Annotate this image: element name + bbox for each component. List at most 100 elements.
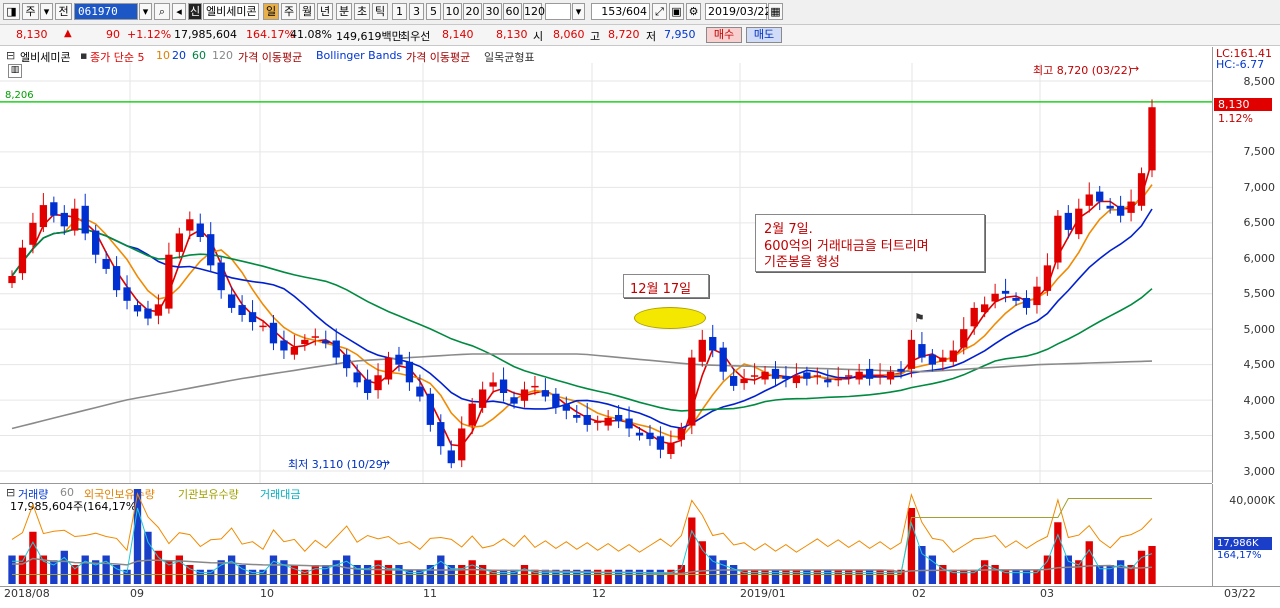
candle xyxy=(1043,253,1052,296)
volume-bar xyxy=(981,560,989,584)
calendar-icon[interactable]: ▦ xyxy=(768,3,783,20)
candle xyxy=(18,239,27,280)
window-icon[interactable]: ◨ xyxy=(3,3,20,20)
candle-body xyxy=(1054,215,1062,263)
candle xyxy=(1127,189,1135,222)
interval-10[interactable]: 10 xyxy=(443,3,462,20)
volume-bar xyxy=(656,569,665,584)
candle-body xyxy=(949,350,957,362)
candle xyxy=(81,193,89,241)
candle-body xyxy=(92,230,100,255)
interval-120[interactable]: 120 xyxy=(523,3,545,20)
interval-30[interactable]: 30 xyxy=(483,3,502,20)
price-tick-3500: 3,500 xyxy=(1243,429,1276,442)
volume-bar xyxy=(803,569,811,584)
low-arrow-icon: → xyxy=(381,456,391,469)
candle-body xyxy=(845,375,853,377)
volume-bar xyxy=(750,569,759,584)
volume-bar xyxy=(133,489,142,584)
stock-code-input[interactable]: 061970 xyxy=(74,3,138,20)
candle xyxy=(761,366,769,385)
candle-body xyxy=(520,389,529,401)
period-month[interactable]: 월 xyxy=(299,3,315,20)
sell-button[interactable]: 매도 xyxy=(746,27,782,43)
candle xyxy=(698,329,706,367)
zoom-in-icon[interactable]: ⤢ xyxy=(652,3,667,20)
date-input[interactable]: 2019/03/22 xyxy=(705,3,771,20)
current-price-marker: 8,130 xyxy=(1214,98,1272,111)
volume-bar xyxy=(824,569,832,584)
volume-bar xyxy=(855,569,863,584)
period-day[interactable]: 일 xyxy=(263,3,279,20)
candle xyxy=(719,341,727,381)
volume-bar xyxy=(1116,560,1125,584)
dropdown-arrow-icon[interactable]: ▾ xyxy=(40,3,53,20)
interval-60[interactable]: 60 xyxy=(503,3,522,20)
period-second[interactable]: 초 xyxy=(354,3,370,20)
candle-body xyxy=(646,432,654,440)
highlight-ellipse xyxy=(634,307,706,329)
spin-icon[interactable]: ▾ xyxy=(572,3,585,20)
code-dropdown-icon[interactable]: ▾ xyxy=(139,3,152,20)
interval-5[interactable]: 5 xyxy=(426,3,441,20)
data-count-field[interactable]: 153/604 xyxy=(591,3,650,20)
trade-amount: 149,619백만 xyxy=(336,30,402,43)
candle-body xyxy=(1096,191,1104,202)
period-tick[interactable]: 틱 xyxy=(372,3,388,20)
volume-bar xyxy=(970,569,978,584)
date-tick-aug: 2018/08 xyxy=(4,587,50,600)
volume-bar xyxy=(468,560,476,584)
toolbar: ◨ 주 ▾ 전 061970 ▾ ⌕ ◂ 신 엘비세미콘 일 주 월 년 분 초… xyxy=(0,0,1280,25)
candle-body xyxy=(531,385,539,388)
interval-20[interactable]: 20 xyxy=(463,3,482,20)
candle-body xyxy=(719,347,727,372)
tab-2[interactable]: 전 xyxy=(55,3,72,20)
candle-body xyxy=(343,354,351,369)
candle-body xyxy=(8,276,16,284)
tab-1[interactable]: 주 xyxy=(22,3,39,20)
feb7-callout: 2월 7일. 600억의 거래대금을 터트리며 기준봉을 형성 xyxy=(755,214,985,272)
save-icon[interactable]: ▣ xyxy=(669,3,684,20)
candle xyxy=(363,369,372,400)
candle-body xyxy=(803,372,811,379)
custom-interval-input[interactable] xyxy=(545,3,571,20)
quote-info-bar: 8,130 ▲ 90 +1.12% 17,985,604 164.17% 41.… xyxy=(0,25,1280,46)
candle-body xyxy=(332,340,340,358)
candle xyxy=(1116,195,1125,223)
candle-body xyxy=(489,382,497,387)
price-chart[interactable] xyxy=(0,47,1212,483)
candle-body xyxy=(426,393,435,425)
candle-body xyxy=(133,305,142,312)
best-bid: 8,130 xyxy=(496,28,528,41)
period-week[interactable]: 주 xyxy=(281,3,297,20)
candle xyxy=(468,397,476,435)
volume-ratio: 164.17% xyxy=(246,28,295,41)
search-icon[interactable]: ⌕ xyxy=(154,3,170,20)
best-ask: 8,140 xyxy=(442,28,474,41)
date-axis: 2018/08 09 10 11 12 2019/01 02 03 03/22 xyxy=(0,586,1280,608)
candle-body xyxy=(71,208,79,231)
period-minute[interactable]: 분 xyxy=(336,3,352,20)
candle-body xyxy=(594,421,602,423)
open-label: 시 xyxy=(533,30,544,43)
volume-chart[interactable] xyxy=(0,484,1212,586)
price-tick-6000: 6,000 xyxy=(1243,252,1276,265)
candle-body xyxy=(29,222,37,245)
candle xyxy=(1148,99,1156,178)
candle xyxy=(970,302,978,335)
interval-1[interactable]: 1 xyxy=(392,3,407,20)
interval-3[interactable]: 3 xyxy=(409,3,424,20)
volume-bar xyxy=(541,569,550,584)
volume-bar xyxy=(102,555,110,584)
volume-bar xyxy=(1085,541,1093,584)
candle-body xyxy=(196,223,204,237)
candle-body xyxy=(290,346,299,355)
buy-button[interactable]: 매수 xyxy=(706,27,742,43)
settings-icon[interactable]: ⚙ xyxy=(686,3,701,20)
candle-body xyxy=(1106,205,1114,209)
candle-body xyxy=(165,254,173,309)
speaker-icon[interactable]: ◂ xyxy=(172,3,186,20)
period-year[interactable]: 년 xyxy=(317,3,333,20)
volume-bar xyxy=(939,565,947,584)
price-tick-5500: 5,500 xyxy=(1243,287,1276,300)
